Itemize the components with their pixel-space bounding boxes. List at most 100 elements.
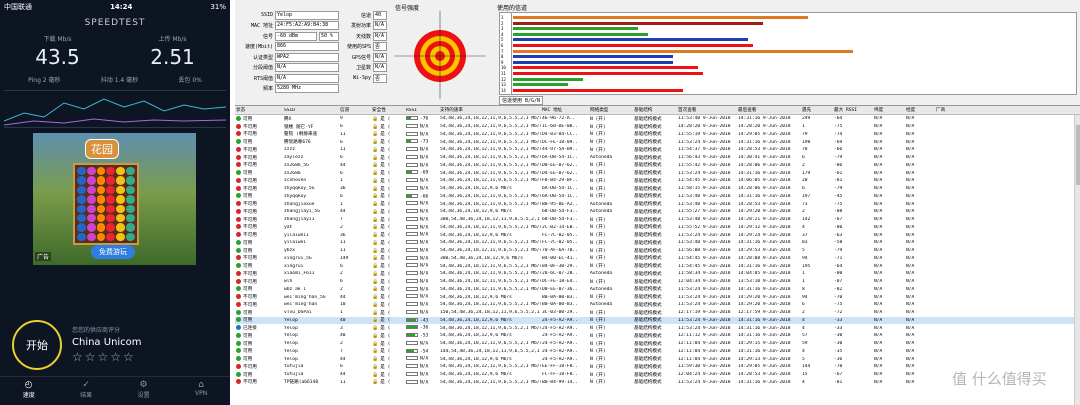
table-cell: -82 [834,286,843,292]
table-row[interactable]: 可用 Yelop 7 🔒 是 (-54 144,54,48,36,24,18,12,11,… [235,348,1080,356]
board-gem [86,176,96,185]
table-cell: N/A [874,201,883,207]
table-cell: N/A [906,372,915,378]
table-row[interactable]: 不可用 zx2686_5G 44 🔒 是 (N/A 54,48,36,24,18,12,1… [235,162,1080,170]
column-header[interactable]: 基础结构 [633,107,677,113]
column-header[interactable]: 厂商 [935,107,965,113]
table-row[interactable]: 可用 yilaiwei 11 🔒 是 (N/A 54,48,36,24,18,12,11,… [235,239,1080,247]
status-icon [236,201,241,207]
table-cell: 54,48,36,24,18,12,11,9,6,5.5,2,1 Mb/s [440,170,541,176]
start-test-button[interactable]: 开始 [12,320,62,370]
board-gem [106,204,116,213]
table-row[interactable]: 不可用 锁楼 随它-YF 6 🔒 是 (N/A 54,48,36,24,18,12,11,… [235,123,1080,131]
table-row[interactable]: 可用 zx2686 6 🔒 是 (-69 54,48,36,24,18,12,11,9,6… [235,169,1080,177]
column-header[interactable]: 支持的速率 [439,107,541,113]
channel-band-select[interactable]: 信道使用 B/G/N [499,96,544,105]
table-body: 可用 腾X 9 🔒 是 (-76 54,48,36,24,18,12,11,9,6,5.5… [235,115,1080,386]
table-row[interactable]: 可用 Yelop 2 🔒 是 (N/A 54,48,36,24,18,12,11,9,6,… [235,340,1080,348]
table-row[interactable]: 不可用 wei'ming'han 10 🔒 是 (N/A 54,48,36,24,18,1… [235,301,1080,309]
tab-speed[interactable]: ◴ 速度 [23,377,35,405]
table-row[interactable]: 不可用 zhangjiayi_5G 44 🔒 是 (N/A 54,48,36,24,18,… [235,208,1080,216]
column-header[interactable]: 最大 RSSI [833,107,873,113]
table-cell: 179 [802,170,811,176]
column-header[interactable]: SSID [283,108,339,113]
table-row[interactable]: 可用 wbz ak i 2 🔒 是 (N/A 54,48,36,24,18,12,11,9… [235,286,1080,294]
column-header[interactable]: 最后查看 [737,107,801,113]
column-header[interactable]: 纬度 [873,107,905,113]
table-row[interactable]: 可用 vTvu_DSPai 1 🔒 是 (N/A 150,54,48,36,24,18,1… [235,309,1080,317]
rssi-text: N/A [420,209,429,215]
table-row[interactable]: 不可用 zhangjiayi1 7 🔒 是 (N/A 300,54,48,36,24,18… [235,216,1080,224]
table-row[interactable]: 不可用 wei'ming'han_5G 44 🔒 是 (N/A 54,48,36,24,1… [235,293,1080,301]
table-scrollbar[interactable] [1074,115,1080,405]
column-header[interactable]: 网络类型 [589,107,633,113]
table-row[interactable]: 可用 Yelop 40 🔒 是 (-43 54,48,36,24,18,12,9,6 Mb… [235,316,1080,325]
table-row[interactable]: 可用 Yelop 44 🔒 是 (N/A 54,48,36,24,18,12,9,6 Mb… [235,355,1080,363]
table-row[interactable]: 不可用 zaylezz 6 🔒 是 (N/A 54,48,36,24,18,12,11,9… [235,154,1080,162]
table-cell: 14:31:16 9-Jun-2018 [738,333,791,339]
info-value: N/A [373,52,387,62]
table-cell: 14:29:13 9-Jun-2018 [738,356,791,362]
table-row[interactable]: 可用 Yelop 40 🔒 是 (-53 54,48,36,24,18,12,9,6 Mb… [235,332,1080,340]
table-row[interactable]: 可用 zhyqqkuy 6 🔒 是 (-66 54,48,36,24,18,12,11,9… [235,193,1080,201]
table-row[interactable]: 不可用 zzzz 11 🔒 是 (N/A 54,48,36,24,18,12,11,9,6… [235,146,1080,154]
tab-settings[interactable]: ⚙ 设置 [138,377,150,405]
scrollbar-thumb[interactable] [1076,125,1080,185]
table-row[interactable]: 不可用 zhyqqkuy_5G 36 🔒 是 (N/A 54,48,36,24,18,12… [235,185,1080,193]
column-header[interactable]: 状态 [235,107,283,113]
table-cell: N/A [906,147,915,153]
table-row[interactable]: 不可用 yat 2 🔒 是 (N/A 54,48,36,24,18,12,11,9,6,5… [235,224,1080,232]
table-row[interactable]: 不可用 zhangjiaxue 1 🔒 是 (N/A 54,48,36,24,18,12,… [235,200,1080,208]
rssi-cell: -66 [405,193,439,199]
rating-stars[interactable]: ☆☆☆☆☆ [72,350,142,364]
table-cell: 基础结构模式 [634,256,662,262]
column-header[interactable]: 遇先 [801,107,833,113]
table-cell: 基础结构模式 [634,171,662,177]
security-text: 是 ( [380,147,391,153]
table-cell: N/A [874,372,883,378]
play-free-button[interactable]: 免费游玩 [91,245,135,259]
column-header[interactable]: 首次查看 [677,107,737,113]
status-cell: 可用 [235,286,283,292]
table-row[interactable]: 不可用 警院 (剩静来速 11 🔒 是 (N/A 54,48,36,24,18,12,11… [235,131,1080,139]
table-row[interactable]: 已连接 Yelop 3 🔒 是 (-36 54,48,36,24,18,12,11,9,6… [235,324,1080,332]
table-cell: N (开) [590,186,606,192]
table-cell: N/A [874,310,883,316]
table-cell: 195 [802,263,811,269]
column-header[interactable]: MAC 地址 [541,107,589,113]
table-cell: 14:28:20 9-Jun-2018 [738,124,791,130]
table-row[interactable]: 不可用 yilaiwei1 36 🔒 是 (N/A 54,48,36,24,18,12,9… [235,231,1080,239]
table-cell: N (开) [590,248,606,254]
table-row[interactable]: 可用 ybzx 11 🔒 是 (N/A 54,48,36,24,18,12,11,9,6,… [235,247,1080,255]
table-cell: N/A [906,131,915,137]
column-header[interactable]: 经度 [905,107,935,113]
table-cell: N/A [906,201,915,207]
table-row[interactable]: 可用 腾架路尊676 6 🔒 是 (-73 54,48,36,24,18,12,11,9,… [235,138,1080,146]
security-text: 是 ( [380,264,391,270]
table-row[interactable]: 可用 xingrui 6 🔒 是 (N/A 54,48,36,24,18,12,11,9,… [235,262,1080,270]
signal-bar-icon [406,154,418,159]
status-icon [236,146,241,152]
table-cell: 11:53:24 9-Jun-2018 [678,232,731,238]
status-icon [236,216,241,222]
table-cell: wei'ming'han [284,302,318,308]
table-cell: 24-F5-A2-A9.. [542,333,578,339]
tab-results[interactable]: ✓ 结果 [80,377,92,405]
table-row[interactable]: 不可用 zcnhoven 1 🔒 是 (N/A 54,48,36,24,18,12,11,… [235,177,1080,185]
tab-vpn[interactable]: ⌂ VPN [195,377,207,405]
rssi-cell: N/A [405,294,439,300]
game-advertisement[interactable]: 花园 广告 免费游玩 [33,133,196,265]
table-cell: N (开) [590,147,606,153]
table-cell: D0-EE-07-62.. [542,162,578,168]
column-header[interactable]: RSSI [405,108,439,113]
table-row[interactable]: 不可用 wlh 6 🔒 是 (N/A 54,48,36,24,18,12,11,9,6,5… [235,278,1080,286]
column-header[interactable]: 安全性 [371,107,405,113]
table-row[interactable]: 不可用 xingrui_5G 149 🔒 是 (N/A 300,54,48,36,24,1… [235,255,1080,263]
table-row[interactable]: 可用 腾X 9 🔒 是 (-76 54,48,36,24,18,12,11,9,6,5.5… [235,115,1080,123]
security-cell: 🔒 是 ( [371,155,405,161]
table-cell: B0-0A-00-B3.. [542,294,578,300]
table-cell: 2 [340,224,343,230]
table-cell: N/A [874,325,883,331]
table-row[interactable]: 不可用 xiaomi_F611 2 🔒 是 (N/A 54,48,36,24,18,12,… [235,270,1080,278]
column-header[interactable]: 信道 [339,107,371,113]
